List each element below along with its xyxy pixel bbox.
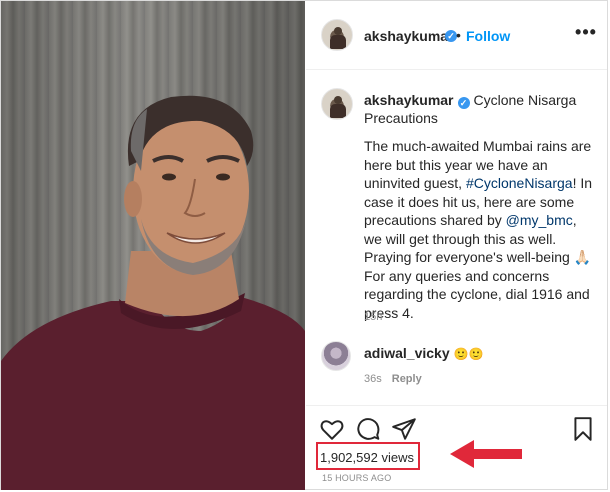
verified-icon: ✓: [457, 97, 470, 109]
post-header: akshaykumar ✓ • Follow •••: [306, 1, 607, 70]
post-timestamp: 15 HOURS AGO: [322, 473, 392, 483]
post-video[interactable]: [1, 1, 305, 490]
caption-text: The much-awaited Mumbai rains are here b…: [364, 137, 596, 322]
comment-username[interactable]: adiwal_vicky: [364, 345, 450, 361]
reply-button[interactable]: Reply: [392, 373, 422, 385]
post-details-panel: akshaykumar ✓ • Follow ••• akshaykumar ✓ C…: [306, 1, 607, 490]
caption-timestamp[interactable]: 15h: [364, 311, 382, 323]
commenter-avatar[interactable]: [321, 341, 351, 371]
author-username[interactable]: akshaykumar: [364, 28, 454, 44]
comment-timestamp[interactable]: 36s: [364, 373, 382, 385]
caption-header: akshaykumar ✓ Cyclone Nisarga Precautions: [364, 91, 594, 127]
comment: adiwal_vicky 🙂🙂: [364, 345, 483, 361]
comment-icon[interactable]: [355, 416, 381, 442]
heart-icon[interactable]: [319, 416, 345, 442]
author-avatar[interactable]: [321, 19, 353, 51]
separator-dot: •: [456, 27, 461, 43]
follow-button[interactable]: Follow: [466, 28, 510, 44]
caption-username[interactable]: akshaykumar: [364, 92, 454, 108]
comment-text: 🙂🙂: [453, 347, 484, 361]
mention-link[interactable]: @my_bmc: [506, 212, 573, 228]
hashtag-link[interactable]: #CycloneNisarga: [466, 175, 573, 191]
share-icon[interactable]: [391, 416, 417, 442]
view-count[interactable]: 1,902,592 views: [320, 450, 414, 465]
caption-author-avatar[interactable]: [321, 88, 353, 120]
more-icon[interactable]: •••: [574, 23, 598, 45]
red-arrow-icon: [450, 440, 522, 468]
comment-meta: 36s Reply: [364, 373, 422, 385]
bookmark-icon[interactable]: [570, 416, 596, 442]
video-frame-illustration: [1, 95, 305, 490]
caption-helpline: For any queries and concerns regarding t…: [364, 267, 590, 321]
